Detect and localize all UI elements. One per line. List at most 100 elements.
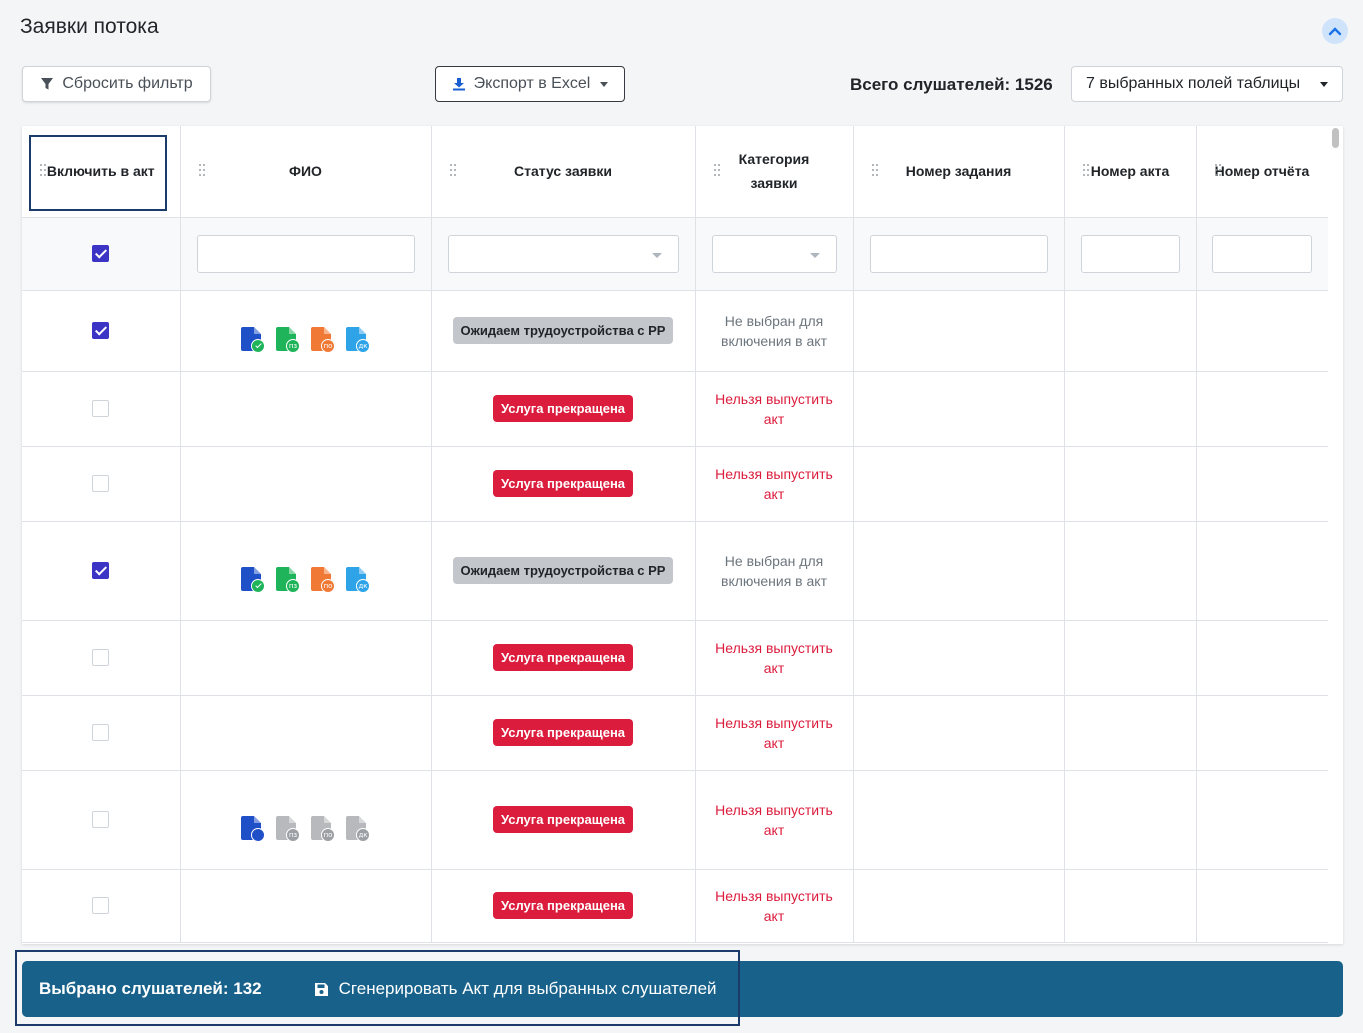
task-number-cell (853, 770, 1065, 870)
export-excel-label: Экспорт в Excel (473, 75, 591, 92)
column-header-report-number[interactable]: Номер отчёта (1196, 126, 1329, 218)
select-all-checkbox[interactable] (92, 244, 110, 262)
include-checkbox[interactable] (92, 896, 110, 914)
export-excel-button[interactable]: Экспорт в Excel (435, 66, 625, 102)
status-filter-select[interactable] (447, 234, 679, 273)
include-checkbox[interactable] (92, 474, 110, 492)
application-doc-icon[interactable] (241, 815, 265, 842)
task-number-cell (853, 620, 1065, 696)
column-header-category[interactable]: Категория заявки (695, 126, 854, 218)
po-doc-icon[interactable]: по (311, 326, 335, 353)
category-filter-select[interactable] (711, 234, 837, 273)
drag-handle-icon[interactable] (198, 164, 206, 177)
page-title: Заявки потока (20, 15, 159, 38)
highlight-footer (15, 950, 740, 1026)
report-number-cell (1196, 446, 1329, 522)
table-row[interactable]: Услуга прекращена Нельзя выпустить акт (22, 869, 1329, 943)
table-fields-select[interactable]: 7 выбранных полей таблицы (1071, 66, 1343, 102)
act-number-cell (1064, 290, 1197, 372)
chevron-up-icon (1328, 27, 1342, 36)
act-number-cell (1064, 521, 1197, 621)
document-icons: пз по дк (181, 566, 431, 593)
act-number-cell (1064, 869, 1197, 943)
status-badge: Услуга прекращена (492, 395, 634, 422)
task-number-cell (853, 290, 1065, 372)
column-header-task-number[interactable]: Номер задания (853, 126, 1065, 218)
report-number-cell (1196, 770, 1329, 870)
report-number-cell (1196, 290, 1329, 372)
scrollbar-thumb[interactable] (1332, 128, 1339, 148)
pz-doc-icon[interactable]: пз (276, 326, 300, 353)
total-listeners: Всего слушателей: 1526 (850, 75, 1053, 94)
status-badge: Ожидаем трудоустройства с РР (452, 317, 674, 344)
status-badge: Ожидаем трудоустройства с РР (452, 557, 674, 584)
table-row[interactable]: Услуга прекращена Нельзя выпустить акт (22, 446, 1329, 522)
drag-handle-icon[interactable] (871, 164, 879, 177)
application-doc-icon[interactable] (241, 566, 265, 593)
column-header-label: Статус заявки (513, 163, 613, 180)
include-checkbox[interactable] (92, 810, 110, 828)
act-number-filter-input[interactable] (1080, 234, 1180, 273)
table-row[interactable]: пз по дк Ожидаем трудоустройства с РР Не выб… (22, 521, 1329, 621)
report-number-cell (1196, 695, 1329, 771)
fio-cell (180, 620, 432, 696)
application-doc-icon[interactable] (241, 326, 265, 353)
task-number-cell (853, 521, 1065, 621)
document-icons: пз по дк (181, 815, 431, 842)
reset-filter-button[interactable]: Сбросить фильтр (22, 66, 211, 102)
drag-handle-icon[interactable] (1082, 164, 1090, 177)
fio-cell: пз по дк (180, 521, 432, 621)
table-row[interactable]: Услуга прекращена Нельзя выпустить акт (22, 620, 1329, 696)
dk-doc-icon[interactable]: дк (346, 326, 370, 353)
table-row[interactable]: Услуга прекращена Нельзя выпустить акт (22, 695, 1329, 771)
status-badge: Услуга прекращена (492, 470, 634, 497)
task-number-cell (853, 869, 1065, 943)
pz-doc-icon[interactable]: пз (276, 815, 300, 842)
column-header-label: ФИО (289, 163, 322, 180)
table-row[interactable]: пз по дк Ожидаем трудоустройства с РР Не выб… (22, 290, 1329, 372)
act-number-cell (1064, 446, 1197, 522)
category-text: Нельзя выпустить акт (715, 714, 833, 751)
document-icons: пз по дк (181, 326, 431, 353)
highlight-include-column (29, 135, 167, 211)
scrollbar-track[interactable] (1328, 126, 1343, 944)
column-header-status[interactable]: Статус заявки (431, 126, 696, 218)
task-number-cell (853, 446, 1065, 522)
drag-handle-icon[interactable] (1214, 164, 1222, 177)
include-checkbox[interactable] (92, 648, 110, 666)
column-header-label: Номер задания (905, 163, 1012, 180)
category-text: Нельзя выпустить акт (715, 801, 833, 838)
po-doc-icon[interactable]: по (311, 815, 335, 842)
dk-doc-icon[interactable]: дк (346, 815, 370, 842)
report-number-filter-input[interactable] (1212, 234, 1312, 273)
table-row[interactable]: пз по дк Услуга прекращена Нельзя выпустить … (22, 770, 1329, 870)
category-text: Нельзя выпустить акт (715, 390, 833, 427)
fio-cell: пз по дк (180, 290, 432, 372)
table-fields-label: 7 выбранных полей таблицы (1086, 75, 1301, 92)
fio-cell: пз по дк (180, 770, 432, 870)
table-row[interactable]: Услуга прекращена Нельзя выпустить акт (22, 371, 1329, 447)
filter-icon (41, 78, 54, 90)
column-header-act-number[interactable]: Номер акта (1064, 126, 1197, 218)
download-icon (452, 78, 465, 91)
task-number-cell (853, 695, 1065, 771)
pz-doc-icon[interactable]: пз (276, 566, 300, 593)
fio-filter-input[interactable] (196, 234, 415, 273)
drag-handle-icon[interactable] (449, 164, 457, 177)
collapse-button[interactable] (1322, 18, 1348, 44)
include-checkbox[interactable] (92, 321, 110, 339)
po-doc-icon[interactable]: по (311, 566, 335, 593)
chevron-down-icon (600, 81, 609, 87)
include-checkbox[interactable] (92, 561, 110, 579)
category-text: Нельзя выпустить акт (715, 465, 833, 502)
include-checkbox[interactable] (92, 723, 110, 741)
include-checkbox[interactable] (92, 399, 110, 417)
act-number-cell (1064, 770, 1197, 870)
fio-cell (180, 371, 432, 447)
drag-handle-icon[interactable] (713, 164, 721, 177)
dk-doc-icon[interactable]: дк (346, 566, 370, 593)
task-number-filter-input[interactable] (869, 234, 1048, 273)
applications-table: Включить в акт ФИО Статус заявки Категория … (22, 126, 1343, 944)
status-badge: Услуга прекращена (492, 892, 634, 919)
column-header-fio[interactable]: ФИО (180, 126, 432, 218)
